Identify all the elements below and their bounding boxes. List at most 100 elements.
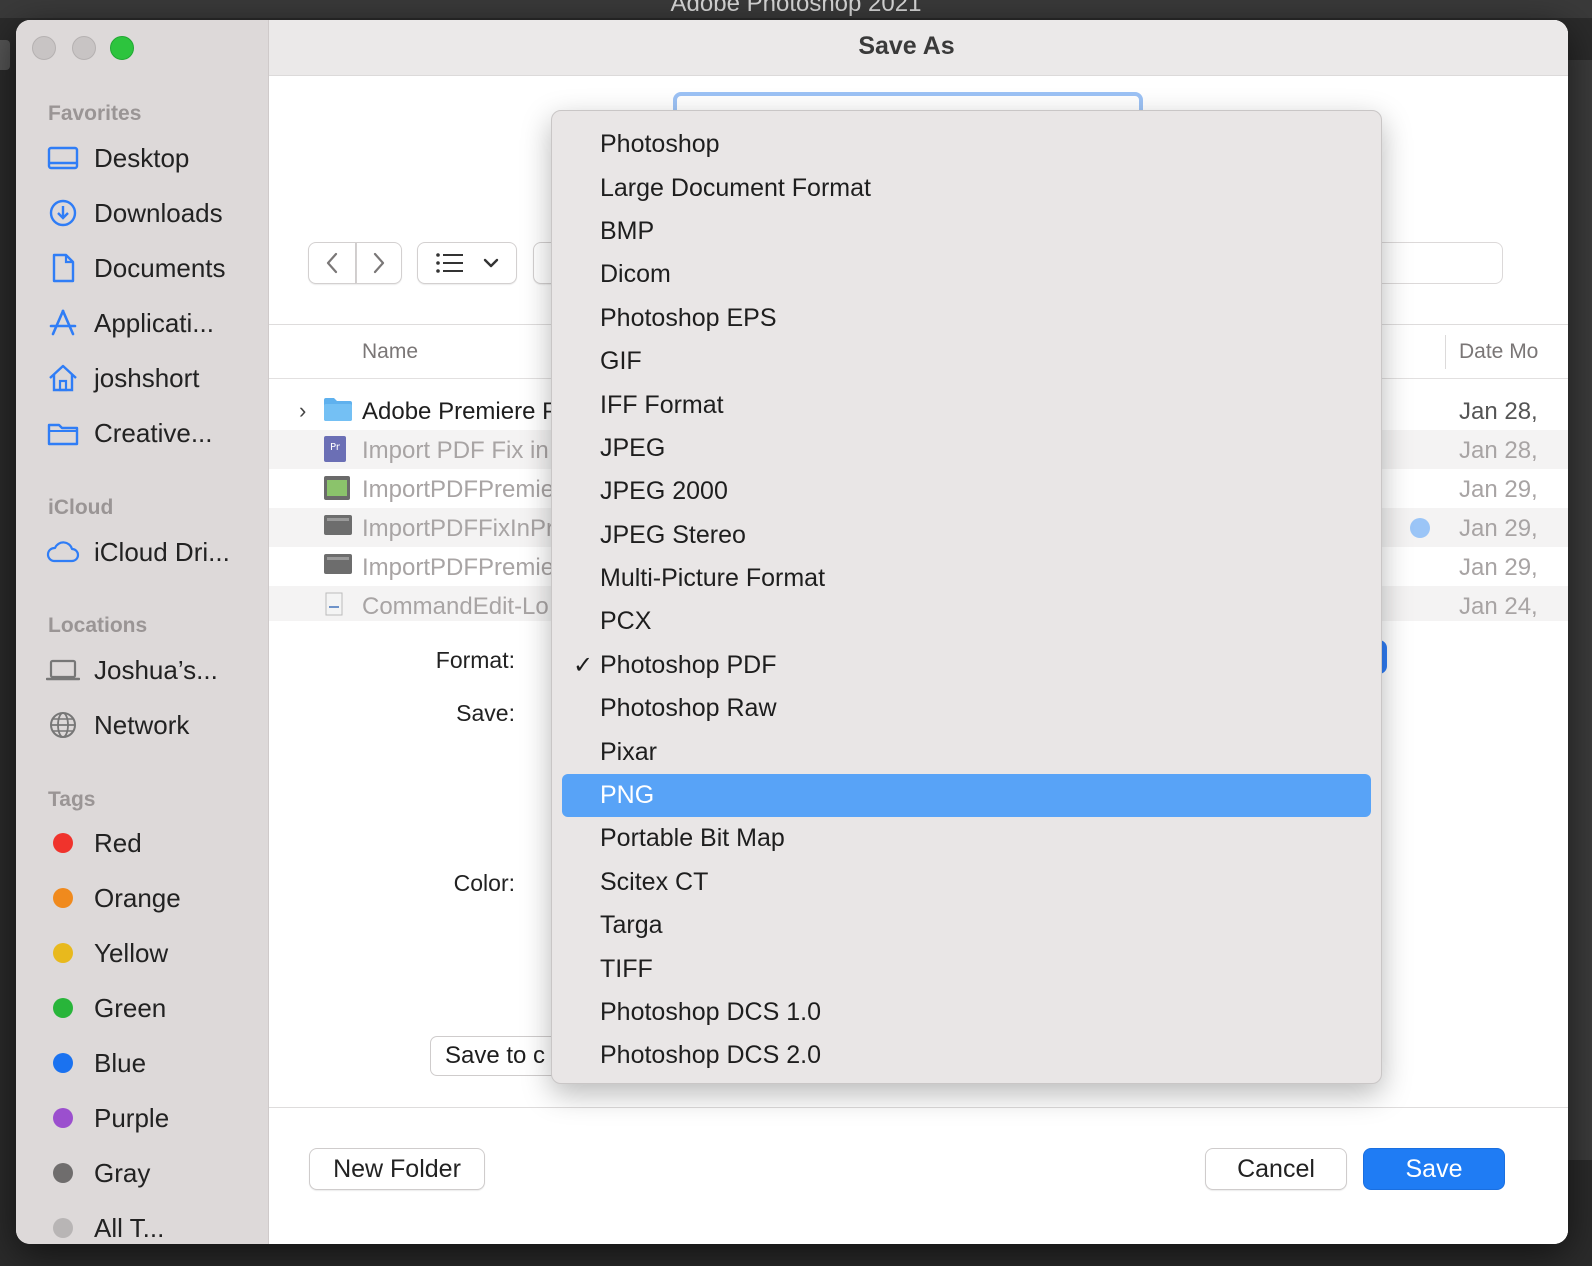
menu-item-scitex-ct[interactable]: Scitex CT xyxy=(562,861,1371,904)
sidebar-item-desktop[interactable]: Desktop xyxy=(46,138,261,178)
sidebar-item-label: Network xyxy=(94,709,190,740)
laptop-icon xyxy=(46,655,80,685)
file-name: ImportPDFFixInPr xyxy=(362,515,555,542)
sidebar-item-joshshort[interactable]: joshshort xyxy=(46,358,261,398)
sidebar-item-label: Green xyxy=(94,992,167,1023)
menu-item-jpeg[interactable]: JPEG xyxy=(562,427,1371,470)
sidebar-tag-allt[interactable]: All T... xyxy=(46,1208,261,1244)
file-date: Jan 29, xyxy=(1459,476,1538,503)
sidebar-tag-blue[interactable]: Blue xyxy=(46,1043,261,1083)
menu-item-portable-bit-map[interactable]: Portable Bit Map xyxy=(562,817,1371,860)
shared-dot-icon xyxy=(1410,518,1430,538)
sidebar-tag-gray[interactable]: Gray xyxy=(46,1153,261,1193)
format-label: Format: xyxy=(435,647,515,673)
tag-dot-icon xyxy=(46,828,80,858)
screenshot-file-icon xyxy=(323,552,353,580)
disclosure-chevron-icon[interactable]: › xyxy=(299,398,306,424)
save-to-cloud-button[interactable]: Save to c xyxy=(430,1036,570,1076)
screenshot-file-icon xyxy=(323,513,353,541)
list-view-icon xyxy=(436,253,463,273)
menu-item-multi-picture-format[interactable]: Multi-Picture Format xyxy=(562,557,1371,600)
sidebar-item-applications[interactable]: Applicati... xyxy=(46,303,261,343)
sidebar-item-creative[interactable]: Creative... xyxy=(46,413,261,453)
network-icon xyxy=(46,710,80,740)
view-options-button[interactable] xyxy=(417,242,517,284)
new-folder-button[interactable]: New Folder xyxy=(309,1148,485,1190)
video-file-icon xyxy=(323,474,353,502)
tag-dot-icon xyxy=(46,883,80,913)
sidebar-item-label: iCloud Dri... xyxy=(94,536,230,567)
file-name: Adobe Premiere P xyxy=(362,398,559,425)
menu-item-photoshop-dcs-2-0[interactable]: Photoshop DCS 2.0 xyxy=(562,1034,1371,1077)
column-divider xyxy=(1445,335,1446,369)
menu-item-tiff[interactable]: TIFF xyxy=(562,947,1371,990)
menu-item-label: PCX xyxy=(600,607,652,636)
documents-icon xyxy=(46,253,80,283)
sidebar-item-downloads[interactable]: Downloads xyxy=(46,193,261,233)
search-field[interactable] xyxy=(1369,242,1503,284)
menu-item-iff-format[interactable]: IFF Format xyxy=(562,383,1371,426)
menu-item-label: Targa xyxy=(600,911,663,940)
menu-item-png[interactable]: PNG xyxy=(562,773,1371,818)
menu-item-pcx[interactable]: PCX xyxy=(562,600,1371,643)
tag-dot-icon xyxy=(46,1103,80,1133)
color-label: Color: xyxy=(453,870,515,896)
sidebar-tag-yellow[interactable]: Yellow xyxy=(46,933,261,973)
menu-item-label: Pixar xyxy=(600,737,657,766)
menu-item-large-document-format[interactable]: Large Document Format xyxy=(562,166,1371,209)
sidebar-item-joshuas-mac[interactable]: Joshua’s... xyxy=(46,650,261,690)
menu-item-jpeg-stereo[interactable]: JPEG Stereo xyxy=(562,514,1371,557)
column-name-header[interactable]: Name xyxy=(362,340,418,364)
file-date: Jan 28, xyxy=(1459,437,1538,464)
sidebar-header-tags: Tags xyxy=(48,788,96,811)
menu-item-dicom[interactable]: Dicom xyxy=(562,253,1371,296)
sidebar-item-icloud-drive[interactable]: iCloud Dri... xyxy=(46,532,261,572)
file-date: Jan 24, xyxy=(1459,593,1538,620)
close-window-button[interactable] xyxy=(32,36,56,60)
sidebar-tag-purple[interactable]: Purple xyxy=(46,1098,261,1138)
forward-button[interactable] xyxy=(356,242,402,284)
menu-item-photoshop-eps[interactable]: Photoshop EPS xyxy=(562,297,1371,340)
menu-item-bmp[interactable]: BMP xyxy=(562,210,1371,253)
menu-item-pixar[interactable]: Pixar xyxy=(562,730,1371,773)
menu-item-targa[interactable]: Targa xyxy=(562,904,1371,947)
menu-item-jpeg-2000[interactable]: JPEG 2000 xyxy=(562,470,1371,513)
sidebar-tag-orange[interactable]: Orange xyxy=(46,878,261,918)
sidebar-item-label: All T... xyxy=(94,1212,165,1243)
sidebar-item-label: Purple xyxy=(94,1102,170,1133)
file-name: Import PDF Fix in xyxy=(362,437,549,464)
file-name: CommandEdit-Lo xyxy=(362,593,549,620)
sidebar: Favorites Desktop Downloads Documents Ap… xyxy=(16,20,269,1244)
menu-item-photoshop[interactable]: Photoshop xyxy=(562,123,1371,166)
zoom-window-button[interactable] xyxy=(110,36,134,60)
sidebar-header-icloud: iCloud xyxy=(48,496,114,519)
menu-item-gif[interactable]: GIF xyxy=(562,340,1371,383)
menu-item-label: GIF xyxy=(600,347,642,376)
sidebar-item-documents[interactable]: Documents xyxy=(46,248,261,288)
menu-item-label: Multi-Picture Format xyxy=(600,564,826,593)
sidebar-tag-green[interactable]: Green xyxy=(46,988,261,1028)
background-window-edge xyxy=(0,40,10,70)
sidebar-tag-red[interactable]: Red xyxy=(46,823,261,863)
tag-dot-icon xyxy=(46,1213,80,1243)
cancel-button[interactable]: Cancel xyxy=(1205,1148,1347,1190)
tag-color-dot xyxy=(53,943,73,963)
downloads-icon xyxy=(46,198,80,228)
menu-item-photoshop-dcs-1-0[interactable]: Photoshop DCS 1.0 xyxy=(562,991,1371,1034)
tag-color-dot xyxy=(53,1108,73,1128)
save-button[interactable]: Save xyxy=(1363,1148,1505,1190)
chevron-down-icon xyxy=(483,258,499,268)
chevron-right-icon xyxy=(373,252,385,274)
file-date: Jan 29, xyxy=(1459,515,1538,542)
sidebar-item-label: Desktop xyxy=(94,142,190,173)
column-date-header[interactable]: Date Mo xyxy=(1459,340,1538,364)
minimize-window-button[interactable] xyxy=(72,36,96,60)
sidebar-item-label: Creative... xyxy=(94,417,213,448)
sidebar-item-network[interactable]: Network xyxy=(46,705,261,745)
menu-item-photoshop-raw[interactable]: Photoshop Raw xyxy=(562,687,1371,730)
menu-item-photoshop-pdf[interactable]: ✓ Photoshop PDF xyxy=(562,644,1371,687)
file-date: Jan 29, xyxy=(1459,554,1538,581)
tag-color-dot xyxy=(53,998,73,1018)
back-button[interactable] xyxy=(308,242,356,284)
cloud-icon xyxy=(46,537,80,567)
